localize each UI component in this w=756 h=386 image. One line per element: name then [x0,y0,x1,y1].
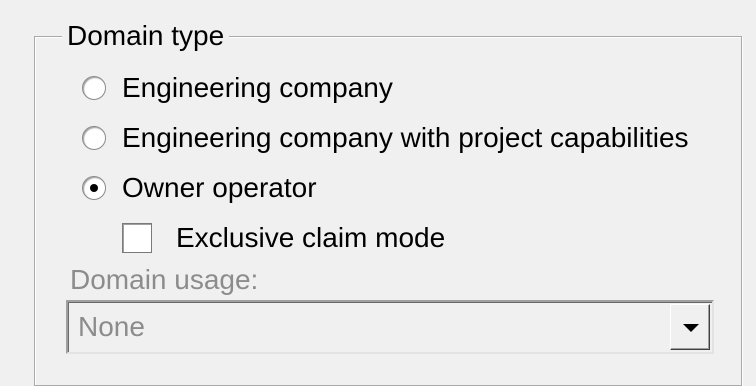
radio-engineering-company-with-project-capabilities[interactable]: Engineering company with project capabil… [82,118,689,158]
radio-button-selected-icon[interactable] [82,176,106,200]
radio-owner-operator[interactable]: Owner operator [82,168,317,208]
radio-engineering-company[interactable]: Engineering company [82,68,393,108]
domain-usage-label: Domain usage: [70,264,259,295]
exclusive-claim-mode-checkbox[interactable] [122,223,152,253]
dropdown-button[interactable] [670,304,710,350]
domain-usage-dropdown[interactable]: None [66,300,714,354]
radio-label-engineering-company-with-project-capabilities: Engineering company with project capabil… [122,122,689,153]
chevron-down-icon [683,324,699,332]
domain-type-group-title: Domain type [62,18,230,54]
radio-button-icon[interactable] [82,76,106,100]
radio-label-owner-operator: Owner operator [122,172,317,203]
domain-usage-selected-value: None [78,311,145,342]
radio-label-engineering-company: Engineering company [122,72,393,103]
exclusive-claim-mode-checkbox-row[interactable]: Exclusive claim mode [122,218,445,258]
exclusive-claim-mode-label: Exclusive claim mode [176,222,446,253]
radio-dot-icon [90,184,98,192]
radio-button-icon[interactable] [82,126,106,150]
